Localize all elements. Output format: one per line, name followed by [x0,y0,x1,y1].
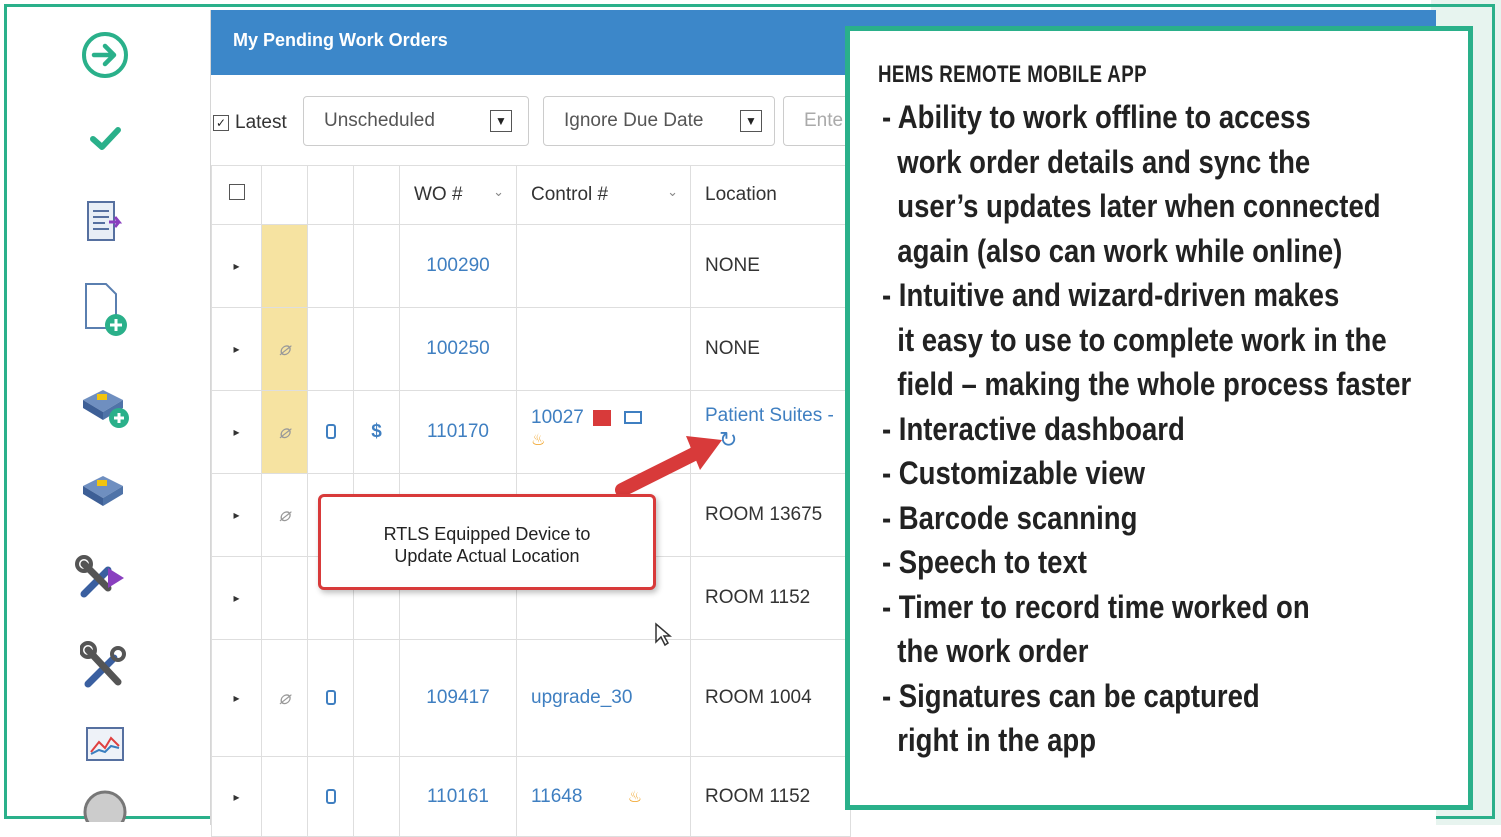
location: ROOM 1004 [690,639,851,757]
table-row[interactable]: ▸ 100290 NONE [211,224,851,308]
status-select[interactable]: Unscheduled ▼ [303,96,529,146]
feature-line: - Barcode scanning [882,499,1138,536]
checkbox-checked-icon[interactable]: ✓ [213,115,229,131]
expand-arrow-icon[interactable]: ▸ [212,591,261,605]
paperclip-icon[interactable]: ⌀ [261,473,308,557]
chevron-down-icon[interactable]: ▼ [740,110,762,132]
latest-label: Latest [235,112,287,133]
table-row[interactable]: ▸ ⌀ 109417 upgrade_30 ROOM 1004 [211,639,851,757]
feature-line: the work order [882,633,1089,669]
paperclip-icon[interactable]: ⌀ [261,390,308,474]
header-location-label: Location [705,184,777,205]
feature-info-box: HEMS REMOTE MOBILE APP - Ability to work… [845,26,1473,810]
alert-icon [593,409,612,426]
location: NONE [690,307,851,391]
feature-line: - Speech to text [882,544,1087,580]
wo-number[interactable]: 100250 [399,307,517,391]
feature-line: user’s updates later when connected [882,188,1381,224]
expand-arrow-icon[interactable]: ▸ [212,790,261,804]
feature-line: - Timer to record time worked on [882,588,1310,625]
callout-line1: RTLS Equipped Device to [383,524,591,544]
feature-line: right in the app [882,722,1097,758]
monitor-icon [624,411,643,425]
feature-line: - Interactive dashboard [882,410,1185,447]
expand-arrow-icon[interactable]: ▸ [212,508,261,522]
dollar-icon: $ [353,390,400,474]
feature-line: again (also can work while online) [882,232,1343,269]
feature-line: work order details and sync the [882,143,1311,180]
chevron-down-icon[interactable]: ▼ [490,110,512,132]
tools-icon[interactable] [30,640,180,692]
rtls-callout: RTLS Equipped Device to Update Actual Lo… [318,494,656,590]
arrow-right-circle-icon[interactable] [30,30,180,80]
location: NONE [690,224,851,308]
header-control-label: Control # [531,184,609,205]
sort-chevron-icon[interactable]: ⌄ [493,184,504,200]
tools-arrow-icon[interactable] [30,552,180,604]
paperclip-icon[interactable]: ⌀ [261,307,308,391]
feature-line: field – making the whole process faster [882,366,1412,402]
callout-arrow-icon [615,436,722,497]
mouse-pointer-icon [655,622,672,647]
callout-line2: Update Actual Location [394,546,580,566]
expand-arrow-icon[interactable]: ▸ [212,691,261,705]
select-all-cell[interactable] [211,165,262,225]
select-all-checkbox[interactable] [228,184,245,200]
header-cell [353,165,400,225]
header-cell [261,165,308,225]
wo-number[interactable]: 100290 [399,224,517,308]
sort-chevron-icon[interactable]: ⌄ [667,184,678,200]
document-export-icon[interactable] [30,198,180,248]
wo-number[interactable]: 109417 [399,639,517,757]
header-cell [307,165,354,225]
control-number[interactable]: 10027 [531,407,584,428]
checkmark-icon[interactable] [30,118,180,158]
header-wo-label: WO # [414,184,463,205]
header-location[interactable]: Location [690,165,851,225]
latest-checkbox[interactable]: ✓ Latest [213,112,287,134]
attachment-cell [261,224,308,308]
control-number[interactable]: 11648 [531,786,582,807]
header-control[interactable]: Control # ⌄ [516,165,691,225]
feature-line: it easy to use to complete work in the [882,321,1387,358]
due-date-select[interactable]: Ignore Due Date ▼ [543,96,775,146]
due-select-value: Ignore Due Date [564,110,704,131]
feature-line: - Ability to work offline to access [882,99,1311,135]
control-number[interactable]: upgrade_30 [516,639,691,757]
new-document-icon[interactable] [30,280,180,340]
paperclip-icon[interactable]: ⌀ [261,639,308,757]
expand-arrow-icon[interactable]: ▸ [212,259,261,273]
expand-arrow-icon[interactable]: ▸ [212,342,261,356]
chart-icon[interactable] [30,724,180,764]
table-row[interactable]: ▸ ⌀ $ 110170 10027 ♨ Patient Suites - ↻ [211,390,851,474]
sidebar [30,10,180,825]
header-wo[interactable]: WO # ⌄ [399,165,517,225]
flame-icon: ♨ [627,788,643,806]
mobile-device-icon [307,390,354,474]
location[interactable]: Patient Suites - [705,405,834,426]
feature-line: - Customizable view [882,455,1146,491]
device-icon[interactable] [30,470,180,514]
add-device-icon[interactable] [30,382,180,430]
feature-line: - Intuitive and wizard-driven makes [882,277,1340,313]
wo-number[interactable]: 110170 [399,390,517,474]
info-title: HEMS REMOTE MOBILE APP [878,61,1147,88]
control-number [516,224,691,308]
status-select-value: Unscheduled [324,110,435,131]
table-row[interactable]: ▸ ⌀ 100250 NONE [211,307,851,391]
mobile-device-icon [307,639,354,757]
search-placeholder: Ente [804,110,844,131]
table-header-row: WO # ⌄ Control # ⌄ Location [211,165,851,225]
badge-icon[interactable] [30,782,180,822]
location: ROOM 1152 [690,556,851,640]
control-number [516,307,691,391]
flame-icon: ♨ [531,432,546,449]
expand-arrow-icon[interactable]: ▸ [212,425,261,439]
feature-line: - Signatures can be captured [882,677,1260,714]
